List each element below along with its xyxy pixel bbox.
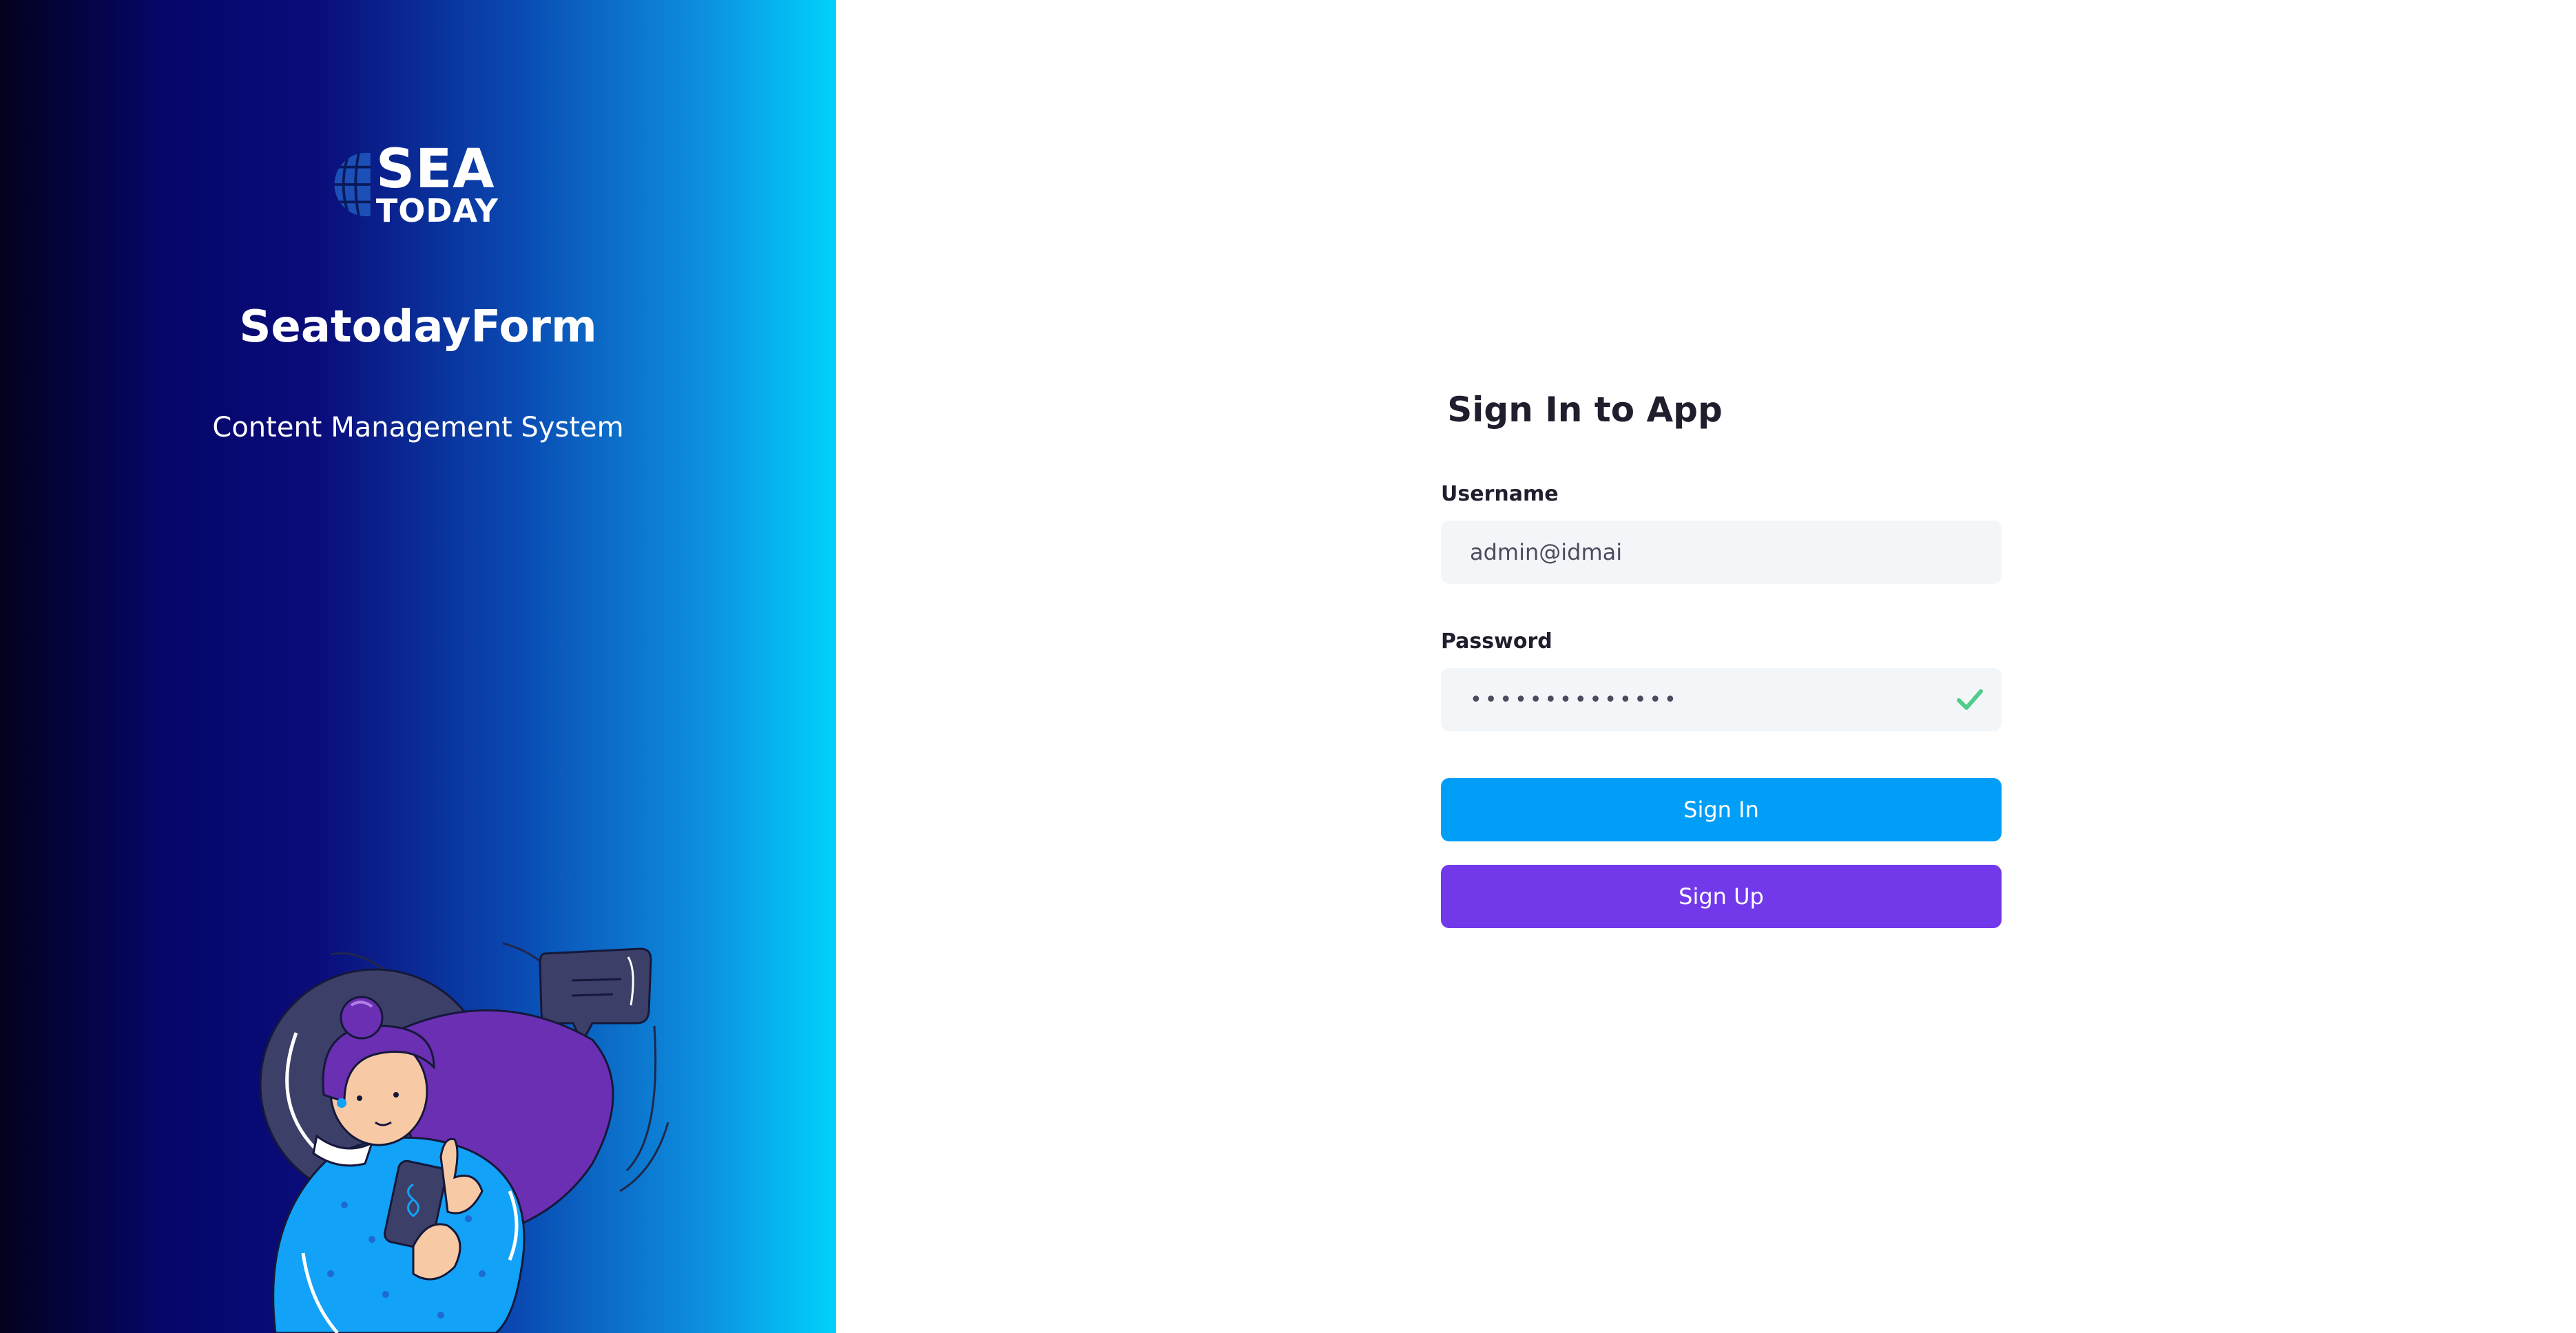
app-tagline: Content Management System xyxy=(212,412,624,443)
globe-icon xyxy=(334,152,371,217)
username-input[interactable] xyxy=(1441,521,1952,584)
sign-in-button[interactable]: Sign In xyxy=(1441,778,2002,841)
sea-today-logo: SEA TODAY xyxy=(333,138,499,231)
password-label: Password xyxy=(1441,629,1552,653)
woman-with-phone-illustration xyxy=(259,942,669,1333)
form-title: Sign In to App xyxy=(1447,390,1723,430)
brand-panel: SEA TODAY SeatodayForm Content Managemen… xyxy=(0,0,836,1333)
username-label: Username xyxy=(1441,482,1559,506)
password-field-container xyxy=(1441,668,2002,731)
username-field-container xyxy=(1441,521,2002,584)
password-input[interactable] xyxy=(1441,668,1952,731)
logo-wordmark: SEA TODAY xyxy=(376,143,499,227)
sign-in-panel: Sign In to App Username Password Sign In… xyxy=(836,0,2576,1333)
logo-word-sea: SEA xyxy=(375,138,495,200)
sign-up-button[interactable]: Sign Up xyxy=(1441,865,2002,928)
app-name: SeatodayForm xyxy=(239,302,597,353)
check-icon xyxy=(1957,689,1983,710)
login-page: SEA TODAY SeatodayForm Content Managemen… xyxy=(0,0,2576,1333)
logo-word-today: TODAY xyxy=(375,192,499,229)
